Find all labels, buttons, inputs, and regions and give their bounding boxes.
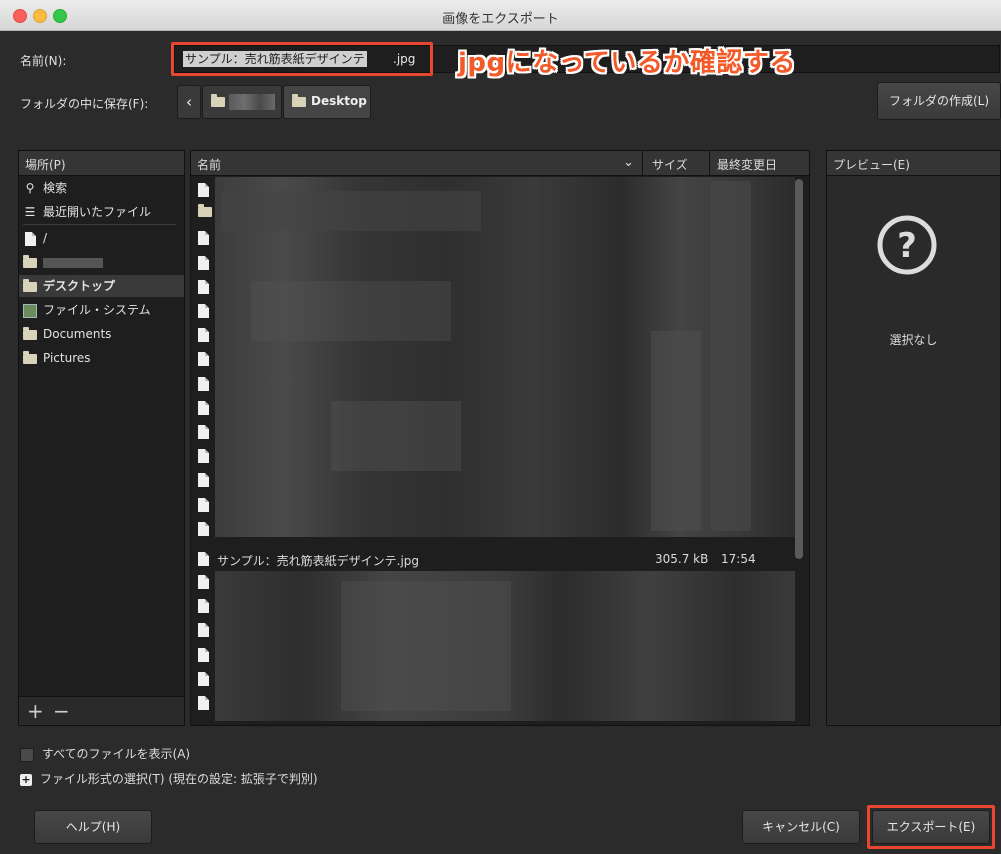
show-all-checkbox[interactable]	[20, 747, 34, 762]
search-icon: ⚲	[25, 181, 35, 195]
file-icon	[198, 328, 209, 343]
places-footer: + −	[19, 696, 184, 725]
annotation-text: jpgになっているか確認する	[458, 48, 796, 78]
file-icon	[198, 575, 209, 589]
export-highlight-box	[867, 805, 995, 849]
file-row-name: サンプル：売れ筋表紙デザインテ.jpg	[217, 554, 420, 568]
blurred-folder-name	[229, 94, 275, 110]
file-icon	[24, 231, 36, 246]
filename-highlight-box	[171, 42, 433, 76]
name-label: 名前(N):	[20, 54, 67, 68]
preview-header: プレビュー(E)	[827, 151, 1000, 176]
add-place-button[interactable]: +	[27, 699, 44, 723]
file-icon	[198, 279, 209, 294]
place-filesystem[interactable]: ファイル・システム	[23, 299, 151, 321]
create-folder-button[interactable]: フォルダの作成(L)	[877, 82, 1001, 120]
file-icon	[198, 647, 209, 662]
question-icon: ?	[877, 215, 937, 275]
recent-icon: ☰	[24, 205, 36, 219]
cancel-button[interactable]: キャンセル(C)	[742, 810, 860, 844]
file-icon	[198, 400, 209, 415]
file-icon	[198, 552, 209, 566]
place-recent[interactable]: ☰ 最近開いたファイル	[23, 201, 151, 223]
file-list-panel: 名前 ⌄ サイズ 最終変更日 サンプル：売れ筋表紙デザインテ.jpg 305.7…	[190, 150, 810, 726]
blurred-file-names-top	[215, 177, 795, 537]
folder-icon	[23, 278, 37, 292]
save-in-folder-label: フォルダの中に保存(F):	[20, 97, 149, 111]
file-row-size: 305.7 kB	[655, 552, 709, 566]
place-desktop[interactable]: デスクトップ	[19, 275, 184, 297]
place-search[interactable]: ⚲ 検索	[23, 177, 67, 199]
crumb-desktop-label: Desktop	[311, 94, 367, 108]
svg-text:?: ?	[897, 226, 917, 266]
file-row-sample-jpg[interactable]: サンプル：売れ筋表紙デザインテ.jpg 305.7 kB 17:54	[193, 548, 793, 570]
crumb-back-button[interactable]: ‹	[177, 85, 201, 119]
places-divider	[23, 224, 176, 225]
place-root[interactable]: /	[23, 227, 47, 249]
file-icon	[198, 671, 209, 686]
file-list-header: 名前 ⌄ サイズ 最終変更日	[191, 151, 809, 176]
file-icon	[198, 255, 209, 270]
chevron-down-icon[interactable]: ⌄	[623, 155, 634, 170]
file-icon	[198, 376, 209, 391]
crumb-desktop[interactable]: Desktop	[283, 85, 371, 119]
file-icon	[198, 352, 209, 367]
folder-icon	[23, 326, 37, 340]
folder-icon	[23, 254, 37, 268]
show-all-files-option[interactable]: すべてのファイルを表示(A)	[20, 745, 190, 762]
file-icon	[198, 449, 209, 464]
file-type-label: ファイル形式の選択(T) (現在の設定: 拡張子で判別)	[39, 772, 318, 786]
show-all-label: すべてのファイルを表示(A)	[41, 747, 191, 761]
column-modified[interactable]: 最終変更日	[717, 156, 777, 173]
file-icon	[198, 696, 209, 710]
file-icon	[198, 425, 209, 439]
title-bar: 画像をエクスポート	[0, 0, 1001, 31]
file-icon	[198, 623, 209, 638]
file-type-expander[interactable]: + ファイル形式の選択(T) (現在の設定: 拡張子で判別)	[20, 770, 318, 787]
preview-header-label: プレビュー(E)	[833, 158, 910, 172]
folder-icon	[292, 94, 306, 107]
window-title: 画像をエクスポート	[442, 12, 559, 27]
folder-icon	[211, 94, 225, 107]
file-icon	[198, 521, 209, 536]
blurred-home-name	[43, 257, 103, 268]
places-header: 場所(P)	[19, 151, 184, 176]
file-icon	[198, 231, 209, 246]
places-header-label: 場所(P)	[25, 158, 66, 172]
file-icon	[198, 497, 209, 512]
file-icon	[198, 183, 209, 197]
column-name[interactable]: 名前	[197, 156, 221, 173]
place-pictures[interactable]: Pictures	[23, 347, 91, 369]
expand-plus-icon[interactable]: +	[20, 773, 32, 786]
places-panel: 場所(P) ⚲ 検索 ☰ 最近開いたファイル / デスクトップ ファイル・システム …	[18, 150, 185, 726]
file-icon	[198, 599, 209, 614]
place-documents[interactable]: Documents	[23, 323, 111, 345]
crumb-parent-folder[interactable]	[202, 85, 282, 119]
drive-icon	[23, 299, 37, 321]
chevron-left-icon: ‹	[186, 93, 192, 111]
column-size[interactable]: サイズ	[652, 156, 688, 173]
folder-icon	[23, 350, 37, 364]
file-icon	[198, 304, 209, 318]
file-row-modified: 17:54	[721, 552, 756, 566]
help-button[interactable]: ヘルプ(H)	[34, 810, 152, 844]
preview-panel: プレビュー(E) ? 選択なし	[826, 150, 1001, 726]
file-icon	[198, 473, 209, 488]
folder-icon	[198, 204, 212, 218]
remove-place-button[interactable]: −	[53, 699, 70, 723]
place-home[interactable]	[23, 251, 103, 273]
preview-empty-text: 選択なし	[889, 333, 938, 347]
file-list-scrollbar[interactable]	[795, 179, 803, 559]
